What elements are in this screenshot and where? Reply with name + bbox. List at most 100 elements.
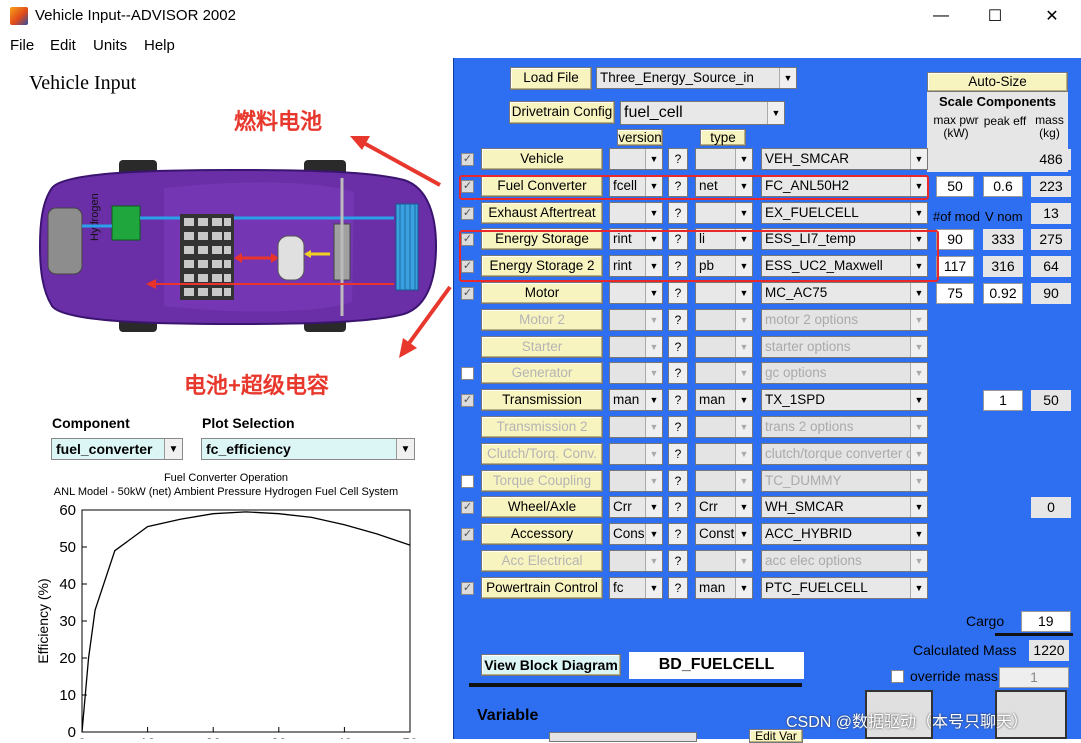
type-select[interactable]: ▼ — [695, 309, 753, 331]
component-file-select[interactable]: TX_1SPD ▼ — [761, 389, 928, 411]
type-select[interactable]: ▼ — [695, 282, 753, 304]
component-file-select[interactable]: trans 2 options ▼ — [761, 416, 928, 438]
scale-value-2[interactable]: 1 — [983, 390, 1023, 411]
help-button[interactable]: ? — [668, 443, 688, 465]
component-button[interactable]: Clutch/Torq. Conv. — [481, 443, 603, 465]
load-file-select[interactable]: Three_Energy_Source_in ▼ — [596, 67, 797, 89]
include-checkbox[interactable] — [461, 367, 474, 380]
version-select[interactable]: ▼ — [609, 416, 663, 438]
component-file-select[interactable]: VEH_SMCAR ▼ — [761, 148, 928, 170]
version-select[interactable]: ▼ — [609, 443, 663, 465]
type-select[interactable]: ▼ — [695, 202, 753, 224]
component-file-select[interactable]: motor 2 options ▼ — [761, 309, 928, 331]
help-button[interactable]: ? — [668, 309, 688, 331]
component-button[interactable]: Torque Coupling — [481, 470, 603, 492]
version-select[interactable]: man ▼ — [609, 389, 663, 411]
type-select[interactable]: man ▼ — [695, 577, 753, 599]
component-file-select[interactable]: WH_SMCAR ▼ — [761, 496, 928, 518]
help-button[interactable]: ? — [668, 416, 688, 438]
version-select[interactable]: ▼ — [609, 202, 663, 224]
load-file-button[interactable]: Load File — [510, 67, 592, 90]
component-button[interactable]: Exhaust Aftertreat — [481, 202, 603, 224]
type-select[interactable]: ▼ — [695, 470, 753, 492]
type-select[interactable]: ▼ — [695, 148, 753, 170]
version-select[interactable]: ▼ — [609, 362, 663, 384]
include-checkbox[interactable]: ✓ — [461, 153, 474, 166]
component-button[interactable]: Starter — [481, 336, 603, 358]
help-button[interactable]: ? — [668, 470, 688, 492]
help-button[interactable]: ? — [668, 550, 688, 572]
scale-value-1[interactable]: 90 — [936, 229, 974, 250]
type-select[interactable]: ▼ — [695, 336, 753, 358]
version-select[interactable]: ▼ — [609, 550, 663, 572]
component-file-select[interactable]: MC_AC75 ▼ — [761, 282, 928, 304]
version-select[interactable]: ▼ — [609, 470, 663, 492]
version-select[interactable]: ▼ — [609, 282, 663, 304]
type-select[interactable]: ▼ — [695, 362, 753, 384]
help-button[interactable]: ? — [668, 496, 688, 518]
component-file-select[interactable]: acc elec options ▼ — [761, 550, 928, 572]
version-select[interactable]: ▼ — [609, 336, 663, 358]
maximize-button[interactable]: ☐ — [978, 4, 1012, 28]
scale-value-2[interactable]: 0.92 — [983, 283, 1023, 304]
include-checkbox[interactable]: ✓ — [461, 394, 474, 407]
component-file-select[interactable]: starter options ▼ — [761, 336, 928, 358]
drivetrain-config-button[interactable]: Drivetrain Config — [509, 101, 615, 124]
scale-value-1[interactable]: 75 — [936, 283, 974, 304]
include-checkbox[interactable]: ✓ — [461, 501, 474, 514]
type-select[interactable]: Crr ▼ — [695, 496, 753, 518]
include-checkbox[interactable]: ✓ — [461, 582, 474, 595]
version-select[interactable]: ▼ — [609, 148, 663, 170]
view-block-diagram-button[interactable]: View Block Diagram — [481, 654, 621, 676]
plot-selection-select[interactable]: fc_efficiency ▼ — [201, 438, 415, 460]
help-button[interactable]: ? — [668, 148, 688, 170]
help-button[interactable]: ? — [668, 389, 688, 411]
override-mass-input[interactable]: 1 — [999, 667, 1069, 688]
scale-value-2[interactable]: 0.6 — [983, 176, 1023, 197]
component-button[interactable]: Generator — [481, 362, 603, 384]
component-button[interactable]: Accessory — [481, 523, 603, 545]
version-select[interactable]: Cons ▼ — [609, 523, 663, 545]
component-button[interactable]: Wheel/Axle — [481, 496, 603, 518]
component-file-select[interactable]: PTC_FUELCELL ▼ — [761, 577, 928, 599]
minimize-button[interactable]: — — [924, 4, 958, 28]
version-select[interactable]: fc ▼ — [609, 577, 663, 599]
component-select[interactable]: fuel_converter ▼ — [51, 438, 183, 460]
version-select[interactable]: ▼ — [609, 309, 663, 331]
component-button[interactable]: Transmission — [481, 389, 603, 411]
include-checkbox[interactable]: ✓ — [461, 287, 474, 300]
component-button[interactable]: Transmission 2 — [481, 416, 603, 438]
help-button[interactable]: ? — [668, 362, 688, 384]
menu-edit[interactable]: Edit — [50, 37, 76, 54]
auto-size-button[interactable]: Auto-Size — [927, 72, 1068, 92]
component-button[interactable]: Acc Electrical — [481, 550, 603, 572]
type-select[interactable]: ▼ — [695, 443, 753, 465]
help-button[interactable]: ? — [668, 336, 688, 358]
menu-help[interactable]: Help — [144, 37, 175, 54]
close-button[interactable]: ✕ — [1035, 4, 1069, 28]
menu-file[interactable]: File — [10, 37, 34, 54]
component-file-select[interactable]: TC_DUMMY ▼ — [761, 470, 928, 492]
help-button[interactable]: ? — [668, 523, 688, 545]
version-select[interactable]: Crr ▼ — [609, 496, 663, 518]
help-button[interactable]: ? — [668, 282, 688, 304]
scale-value-1[interactable]: 50 — [936, 176, 974, 197]
help-button[interactable]: ? — [668, 577, 688, 599]
component-file-select[interactable]: gc options ▼ — [761, 362, 928, 384]
help-button[interactable]: ? — [668, 202, 688, 224]
component-button[interactable]: Vehicle — [481, 148, 603, 170]
variable-select[interactable] — [549, 732, 697, 742]
include-checkbox[interactable] — [461, 475, 474, 488]
component-file-select[interactable]: clutch/torque converter o ▼ — [761, 443, 928, 465]
type-select[interactable]: ▼ — [695, 416, 753, 438]
component-file-select[interactable]: EX_FUELCELL ▼ — [761, 202, 928, 224]
include-checkbox[interactable]: ✓ — [461, 207, 474, 220]
scale-value-1[interactable]: 117 — [936, 256, 974, 277]
type-select[interactable]: Const ▼ — [695, 523, 753, 545]
drivetrain-select[interactable]: fuel_cell ▼ — [620, 101, 785, 125]
include-checkbox[interactable]: ✓ — [461, 528, 474, 541]
component-button[interactable]: Motor — [481, 282, 603, 304]
type-select[interactable]: man ▼ — [695, 389, 753, 411]
menu-units[interactable]: Units — [93, 37, 127, 54]
component-file-select[interactable]: ACC_HYBRID ▼ — [761, 523, 928, 545]
